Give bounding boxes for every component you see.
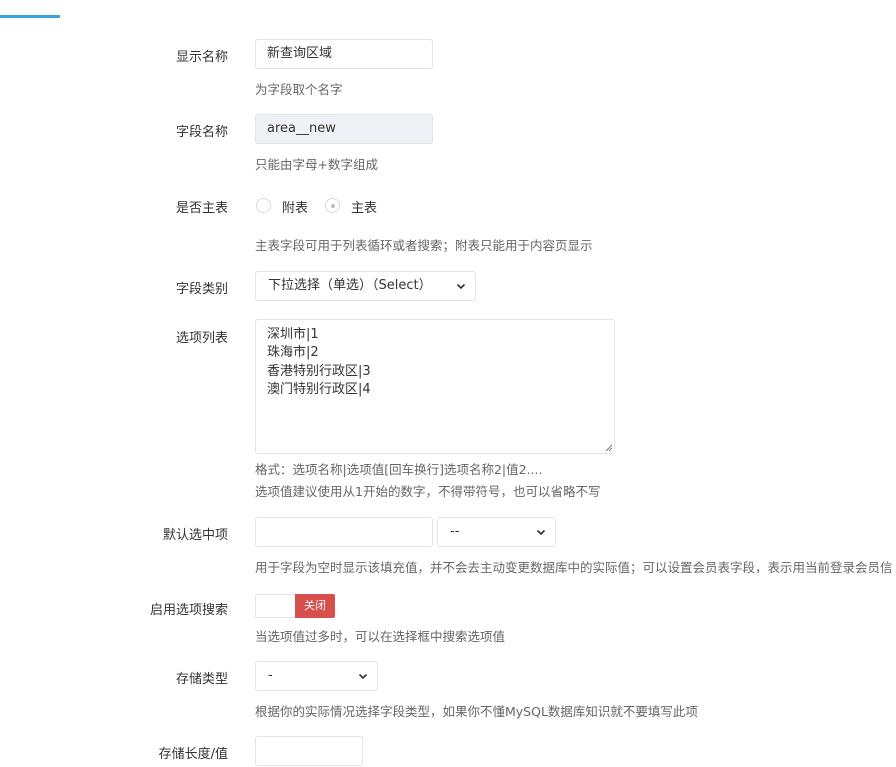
enable-search-help: 当选项值过多时，可以在选择框中搜索选项值 <box>255 629 506 644</box>
active-tab-indicator <box>0 15 60 18</box>
radio-sub-table-label: 附表 <box>282 201 309 216</box>
default-option-input[interactable] <box>255 517 433 547</box>
field-name-label: 字段名称 <box>175 125 228 140</box>
chevron-down-icon <box>536 529 546 536</box>
storage-type-help: 根据你的实际情况选择字段类型，如果你不懂MySQL数据库知识就不要填写此项 <box>255 704 698 719</box>
option-list-textarea[interactable]: 深圳市|1 珠海市|2 香港特别行政区|3 澳门特别行政区|4 <box>255 319 615 454</box>
default-option-help: 用于字段为空时显示该填充值，并不会去主动变更数据库中的实际值；可以设置会员表字段… <box>255 560 893 575</box>
main-table-label: 是否主表 <box>175 201 228 216</box>
field-name-help: 只能由字母+数字组成 <box>255 157 378 172</box>
enable-search-toggle[interactable] <box>255 594 295 618</box>
storage-length-label: 存储长度/值 <box>158 747 228 762</box>
display-name-label: 显示名称 <box>175 50 228 65</box>
default-option-label: 默认选中项 <box>162 528 228 543</box>
enable-search-label: 启用选项搜索 <box>149 603 228 618</box>
option-line: 香港特别行政区|3 <box>267 363 371 379</box>
field-name-input[interactable]: area__new <box>255 114 433 144</box>
storage-length-input[interactable] <box>255 736 363 766</box>
default-option-select[interactable]: -- <box>437 517 556 547</box>
field-type-select[interactable]: 下拉选择（单选）（Select） <box>255 271 476 301</box>
option-list-label: 选项列表 <box>175 331 228 346</box>
chevron-down-icon <box>456 283 466 290</box>
enable-search-toggle-state[interactable]: 关闭 <box>295 594 335 618</box>
storage-type-select[interactable]: - <box>255 661 378 691</box>
storage-type-selected-value: - <box>268 668 273 683</box>
display-name-help: 为字段取个名字 <box>255 82 343 97</box>
option-line: 珠海市|2 <box>267 345 319 361</box>
main-table-help: 主表字段可用于列表循环或者搜索；附表只能用于内容页显示 <box>255 238 593 253</box>
default-option-select-value: -- <box>450 524 460 539</box>
resize-grip-icon[interactable] <box>605 444 613 452</box>
option-line: 澳门特别行政区|4 <box>267 381 371 397</box>
option-line: 深圳市|1 <box>267 327 319 342</box>
storage-type-label: 存储类型 <box>175 672 228 687</box>
field-type-selected-value: 下拉选择（单选）（Select） <box>268 278 432 293</box>
radio-sub-table[interactable] <box>256 198 271 213</box>
radio-main-table[interactable] <box>325 198 340 213</box>
radio-main-table-label: 主表 <box>351 201 378 216</box>
field-type-label: 字段类别 <box>175 282 228 297</box>
option-list-help-format: 格式：选项名称|选项值[回车换行]选项名称2|值2.... <box>255 462 543 477</box>
option-list-help-value: 选项值建议使用从1开始的数字，不得带符号，也可以省略不写 <box>255 484 601 499</box>
chevron-down-icon <box>358 673 368 680</box>
display-name-input[interactable]: 新查询区域 <box>255 39 433 69</box>
radio-selected-dot <box>330 203 335 208</box>
